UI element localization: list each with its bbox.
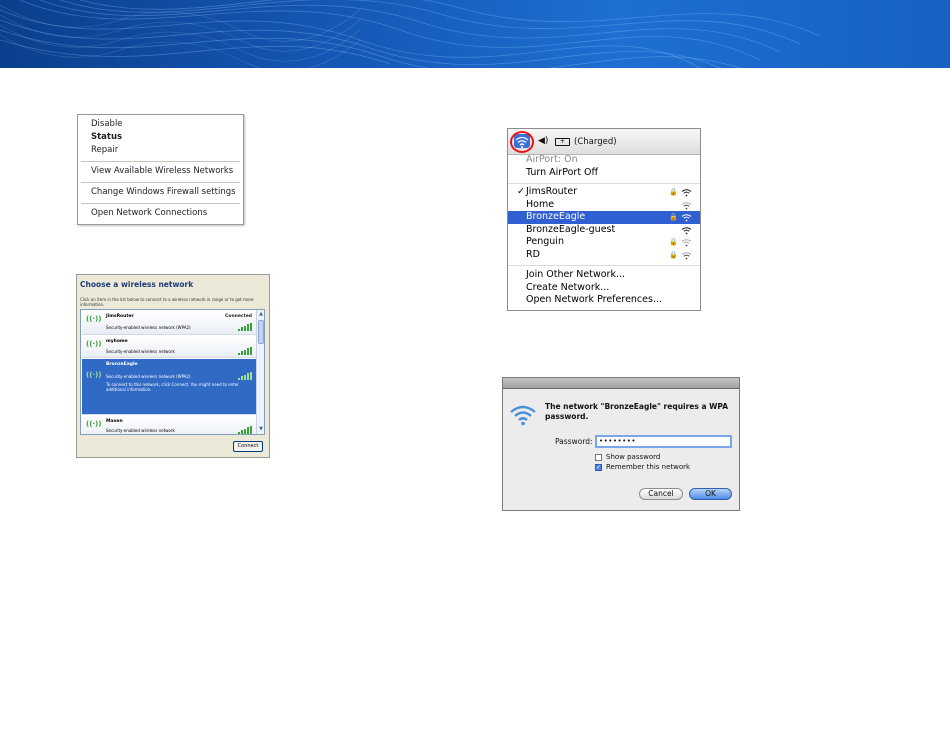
menu-item-view-available-networks[interactable]: View Available Wireless Networks: [78, 165, 243, 178]
ok-button[interactable]: OK: [689, 488, 732, 500]
header-banner: [0, 0, 950, 68]
banner-wave-pattern: [0, 0, 821, 68]
cancel-button[interactable]: Cancel: [639, 488, 683, 500]
password-field[interactable]: ••••••••: [595, 435, 732, 448]
airport-wifi-icon: [510, 405, 536, 426]
connect-button[interactable]: Connect: [233, 441, 263, 452]
wireless-antenna-icon: ((·)): [86, 340, 102, 348]
network-name: BronzeEagle: [106, 362, 138, 367]
menu-separator: [81, 203, 240, 204]
signal-strength-icon: [238, 347, 252, 355]
chooser-description: Click an item in the list below to conne…: [80, 297, 254, 307]
wifi-signal-icon: [681, 189, 692, 197]
wireless-antenna-icon: ((·)): [86, 315, 102, 323]
password-label: Password:: [555, 437, 593, 446]
network-listbox[interactable]: ((·)) JimsRouter Connected Security-enab…: [80, 309, 265, 435]
slide: Disable Status Repair View Available Wir…: [0, 0, 950, 734]
network-security: Security-enabled wireless network (WPA2): [106, 374, 191, 379]
scroll-down-icon[interactable]: ▼: [258, 426, 264, 433]
checkmark-icon: ✓: [517, 186, 525, 197]
network-row-bronzeeagle[interactable]: ((·)) BronzeEagle Security-enabled wirel…: [82, 359, 258, 415]
network-item-rd[interactable]: RD 🔒: [508, 249, 700, 262]
wireless-antenna-icon: ((·)): [86, 420, 102, 428]
wifi-signal-icon: [681, 251, 692, 259]
wifi-signal-icon: [681, 201, 692, 209]
airport-status: AirPort: On: [526, 154, 578, 165]
network-name: JimsRouter: [526, 186, 578, 197]
create-network-item[interactable]: Create Network...: [508, 282, 700, 295]
network-item-home[interactable]: Home: [508, 199, 700, 212]
network-row-myhome[interactable]: ((·)) myhome Security-enabled wireless n…: [82, 336, 258, 358]
network-row-jimsrouter[interactable]: ((·)) JimsRouter Connected Security-enab…: [82, 311, 258, 335]
dialog-title-bar: [503, 378, 739, 389]
menu-divider: [508, 265, 700, 266]
turn-airport-off-item[interactable]: Turn AirPort Off: [508, 167, 700, 180]
menu-item-change-firewall[interactable]: Change Windows Firewall settings: [78, 186, 243, 199]
wireless-antenna-icon: ((·)): [86, 371, 102, 379]
network-security: Security-enabled wireless network: [106, 349, 175, 354]
network-item-penguin[interactable]: Penguin 🔒: [508, 236, 700, 249]
dialog-message: The network "BronzeEagle" requires a WPA…: [545, 402, 729, 421]
menu-item-open-network-connections[interactable]: Open Network Connections: [78, 207, 243, 220]
menu-item-repair[interactable]: Repair: [78, 144, 243, 157]
network-name: myhome: [106, 339, 128, 344]
network-name: Penguin: [526, 236, 564, 247]
signal-strength-icon: [238, 323, 252, 331]
wifi-signal-icon: [681, 226, 692, 234]
signal-strength-icon: [238, 372, 252, 380]
battery-status: (Charged): [574, 137, 617, 147]
remember-network-checkbox[interactable]: ✓: [595, 464, 602, 471]
wifi-signal-icon: [681, 214, 692, 222]
network-row-maxen[interactable]: ((·)) Maxen Security-enabled wireless ne…: [82, 416, 258, 434]
menu-item-disable[interactable]: Disable: [78, 118, 243, 131]
lock-icon: 🔒: [669, 188, 678, 196]
menu-item-status[interactable]: Status: [78, 131, 243, 144]
list-scrollbar[interactable]: ▲ ▼: [256, 310, 264, 434]
network-item-bronzeeagle[interactable]: BronzeEagle 🔒: [508, 211, 700, 224]
mac-wpa-password-dialog: The network "BronzeEagle" requires a WPA…: [502, 377, 740, 511]
open-network-preferences-item[interactable]: Open Network Preferences...: [508, 294, 700, 307]
highlight-circle: [510, 131, 534, 153]
network-name: JimsRouter: [106, 314, 134, 319]
show-password-label: Show password: [606, 453, 661, 461]
chooser-title: Choose a wireless network: [80, 280, 194, 289]
windows-wireless-network-chooser: Choose a wireless network Click an item …: [76, 274, 270, 458]
windows-tray-context-menu: Disable Status Repair View Available Wir…: [77, 114, 244, 225]
network-security: Security-enabled wireless network (WPA2): [106, 325, 191, 330]
network-name: RD: [526, 248, 540, 260]
network-connect-hint: To connect to this network, click Connec…: [106, 382, 239, 392]
remember-network-label: Remember this network: [606, 463, 691, 471]
menu-separator: [81, 161, 240, 162]
mac-airport-menu: ◀) + (Charged) AirPort: On Turn AirPort …: [507, 128, 701, 311]
menu-divider: [508, 183, 700, 184]
network-name: BronzeEagle: [526, 211, 586, 222]
show-password-checkbox[interactable]: [595, 454, 602, 461]
menu-separator: [81, 182, 240, 183]
lock-icon: 🔒: [669, 250, 678, 259]
network-item-jimsrouter[interactable]: ✓ JimsRouter 🔒: [508, 186, 700, 199]
volume-icon[interactable]: ◀): [538, 136, 548, 146]
network-name: Maxen: [106, 419, 123, 424]
wifi-signal-icon: [681, 239, 692, 247]
join-other-network-item[interactable]: Join Other Network...: [508, 269, 700, 282]
network-name: BronzeEagle-guest: [526, 223, 616, 235]
network-security: Security-enabled wireless network: [106, 428, 175, 433]
scroll-thumb[interactable]: [258, 320, 264, 344]
connected-status: Connected: [225, 314, 252, 319]
lock-icon: 🔒: [669, 213, 678, 221]
network-name: Home: [526, 198, 555, 210]
scroll-up-icon[interactable]: ▲: [258, 311, 264, 318]
mac-menu-bar: ◀) + (Charged): [508, 129, 700, 155]
network-item-bronzeeagle-guest[interactable]: BronzeEagle-guest: [508, 224, 700, 237]
battery-icon[interactable]: +: [555, 138, 570, 146]
lock-icon: 🔒: [669, 238, 678, 246]
signal-strength-icon: [238, 426, 252, 434]
